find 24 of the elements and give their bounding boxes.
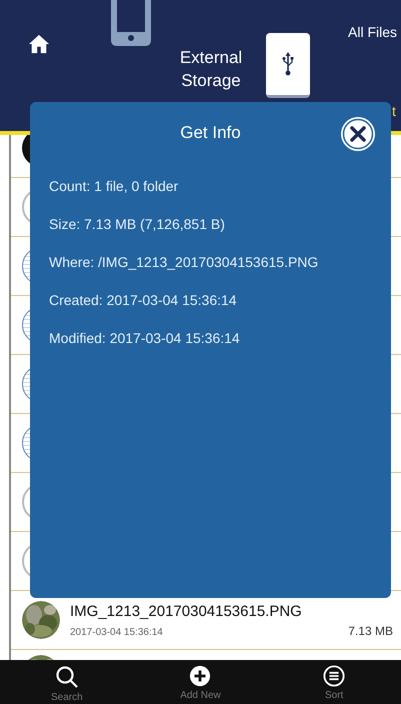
tab-button[interactable]: Sort [289,660,380,704]
home-icon[interactable] [28,34,50,54]
close-button[interactable] [340,116,376,152]
all-files-label[interactable]: All Files [348,24,398,40]
file-size: 7.13 MB [348,624,393,638]
info-line: Modified: 2017-03-04 15:36:14 [49,329,241,347]
file-name: IMG_1213_20170304153615.PNG [70,602,303,620]
info-line: Count: 1 file, 0 folder [49,177,180,195]
tab-button[interactable]: Add New [155,660,246,704]
add-icon [189,665,212,687]
info-line: Where: /IMG_1213_20170304153615.PNG [49,253,320,271]
info-line: Created: 2017-03-04 15:36:14 [49,291,238,309]
info-line: Size: 7.13 MB (7,126,851 B) [49,215,226,233]
usb-icon [282,52,294,76]
storage-label: External Storage [178,47,244,92]
phone-icon[interactable] [111,0,151,46]
tab-label[interactable]: t [392,103,396,119]
tab-button[interactable]: Search [22,660,112,704]
dialog-title: Get Info [179,123,242,143]
usb-button[interactable] [266,33,310,98]
close-icon [340,116,376,152]
search-icon [54,665,79,689]
list-icon [323,665,346,687]
file-date: 2017-03-04 15:36:14 [70,626,163,638]
